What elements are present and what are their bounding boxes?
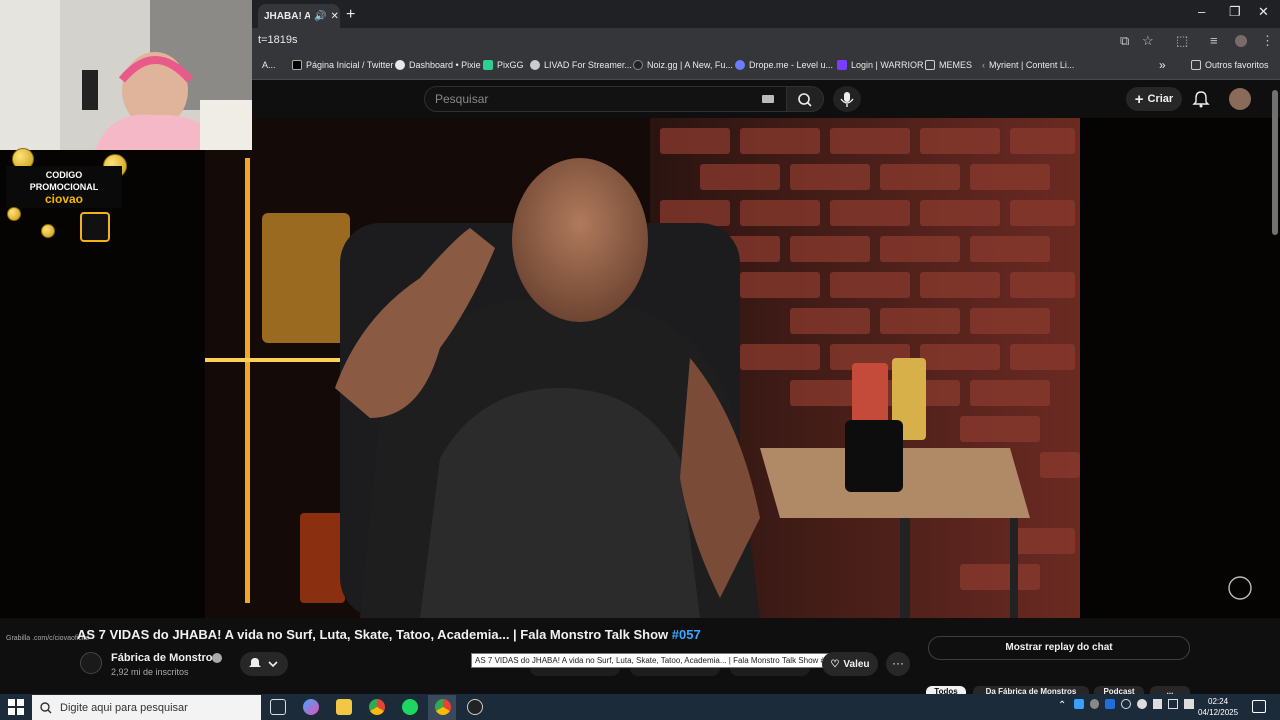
extensions-icon[interactable]: ⬚: [1176, 33, 1188, 49]
search-input[interactable]: Pesquisar: [424, 86, 788, 112]
tab-audio-icon[interactable]: 🔊: [314, 11, 326, 22]
title-tooltip: AS 7 VIDAS do JHABA! A vida no Surf, Lut…: [471, 653, 843, 668]
spotify-icon[interactable]: [402, 699, 418, 715]
network-icon[interactable]: [1168, 699, 1179, 709]
plus-icon: +: [1134, 90, 1144, 108]
obs-icon[interactable]: [467, 699, 483, 715]
bookmark-item[interactable]: ‹ Myrient | Content Li...: [982, 60, 1074, 70]
chrome-icon[interactable]: [369, 699, 385, 715]
bookmark-item[interactable]: MEMES: [925, 60, 972, 70]
subscription-bell-button[interactable]: [240, 652, 288, 676]
tab-title: JHABA! A vid: [264, 10, 310, 22]
minimize-icon[interactable]: –: [1198, 4, 1205, 19]
keyboard-icon[interactable]: [762, 95, 774, 103]
notifications-button[interactable]: [1192, 90, 1210, 113]
search-icon: [40, 701, 52, 713]
bookmark-item[interactable]: PixGG: [483, 60, 524, 70]
tray-app-icon[interactable]: [1089, 699, 1100, 709]
bookmark-item[interactable]: Página Inicial / Twitter: [292, 60, 393, 70]
video-frame: [0, 118, 1280, 618]
subscriber-count: 2,92 mi de inscritos: [111, 667, 189, 677]
notification-center-icon[interactable]: [1252, 700, 1266, 713]
x-logo-icon: [292, 60, 302, 70]
profile-avatar[interactable]: [1235, 35, 1247, 47]
chrome-profile-icon[interactable]: [435, 699, 451, 715]
show-chat-replay-button[interactable]: Mostrar replay do chat: [928, 636, 1190, 660]
promo-code: ciovao: [44, 192, 83, 206]
bookmark-item[interactable]: Login | WARRIOR: [837, 60, 924, 70]
search-button[interactable]: [786, 86, 824, 112]
pixie-icon: [395, 60, 405, 70]
bookmark-item[interactable]: Noiz.gg | A New, Fu...: [633, 60, 733, 70]
channel-avatar[interactable]: [80, 652, 102, 674]
task-view-icon[interactable]: [270, 699, 286, 715]
heart-dollar-icon: ♡: [830, 658, 840, 670]
gift-icon: [80, 212, 110, 242]
system-tray: [1074, 699, 1194, 713]
wifi-icon[interactable]: [1137, 699, 1147, 709]
tab-close-icon[interactable]: ✕: [330, 11, 338, 22]
thanks-button[interactable]: ♡ Valeu: [822, 652, 878, 676]
webcam-overlay: [0, 0, 252, 150]
noiz-icon: [633, 60, 643, 70]
folder-icon: [1191, 60, 1201, 70]
channel-name[interactable]: Fábrica de Monstros: [111, 652, 219, 664]
tray-chevron-icon[interactable]: ⌃: [1058, 700, 1066, 711]
verified-icon: [212, 653, 222, 663]
hashtag-link[interactable]: #057: [672, 627, 701, 642]
drope-icon: [735, 60, 745, 70]
volume-icon[interactable]: [1184, 699, 1194, 709]
pixgg-icon: [483, 60, 493, 70]
bookmark-star-icon[interactable]: ☆: [1142, 33, 1154, 49]
clock[interactable]: 02:24 04/12/2025: [1198, 696, 1238, 718]
myrient-icon: ‹: [982, 60, 985, 70]
bookmark-item[interactable]: A...: [262, 60, 276, 70]
bell-chevron-icon: [249, 658, 278, 668]
install-app-icon[interactable]: ⧉: [1120, 33, 1129, 49]
restore-icon[interactable]: ❐: [1229, 4, 1241, 20]
page-scrollbar[interactable]: [1272, 90, 1278, 235]
livad-icon: [530, 60, 540, 70]
new-tab-button[interactable]: +: [346, 6, 355, 24]
coin-icon: [7, 207, 21, 221]
microphone-icon: [840, 92, 854, 107]
more-bookmarks-icon[interactable]: »: [1159, 58, 1166, 72]
windows-logo-icon: [8, 699, 24, 715]
bookmark-item[interactable]: Drope.me - Level u...: [735, 60, 833, 70]
account-avatar[interactable]: [1229, 88, 1251, 110]
create-button[interactable]: + Criar: [1126, 87, 1182, 111]
bookmark-item[interactable]: LIVAD For Streamer...: [530, 60, 632, 70]
promo-code-banner: CODIGO PROMOCIONAL ciovao: [6, 166, 122, 208]
warrior-icon: [837, 60, 847, 70]
other-favorites[interactable]: Outros favoritos: [1191, 60, 1269, 70]
tray-app-icon[interactable]: [1121, 699, 1131, 709]
clock-date: 04/12/2025: [1198, 708, 1239, 717]
promo-line: CODIGO: [45, 170, 83, 180]
search-icon: [798, 93, 812, 107]
browser-tab[interactable]: JHABA! A vid 🔊 ✕: [258, 4, 340, 28]
start-button[interactable]: [8, 699, 24, 720]
media-control-icon[interactable]: ≡: [1210, 33, 1218, 48]
copilot-icon[interactable]: [303, 699, 319, 715]
bell-icon: [1192, 91, 1210, 108]
close-window-icon[interactable]: ✕: [1258, 4, 1269, 20]
coin-icon: [41, 224, 55, 238]
video-player[interactable]: [0, 118, 1280, 618]
browser-menu-icon[interactable]: ⋮: [1261, 33, 1274, 49]
address-bar[interactable]: t=1819s: [258, 34, 297, 46]
taskbar-search[interactable]: Digite aqui para pesquisar: [32, 695, 261, 720]
microphone-tray-icon[interactable]: [1152, 699, 1163, 709]
file-explorer-icon[interactable]: [336, 699, 352, 715]
clock-time: 02:24: [1208, 697, 1229, 706]
tray-app-icon[interactable]: [1074, 699, 1084, 709]
webcam-feed: [0, 0, 252, 150]
more-actions-button[interactable]: ···: [886, 652, 910, 676]
folder-icon: [925, 60, 935, 70]
bluetooth-icon[interactable]: [1105, 699, 1116, 709]
voice-search-button[interactable]: [833, 86, 861, 112]
video-title: AS 7 VIDAS do JHABA! A vida no Surf, Lut…: [77, 627, 701, 642]
bookmark-item[interactable]: Dashboard • Pixie: [395, 60, 481, 70]
